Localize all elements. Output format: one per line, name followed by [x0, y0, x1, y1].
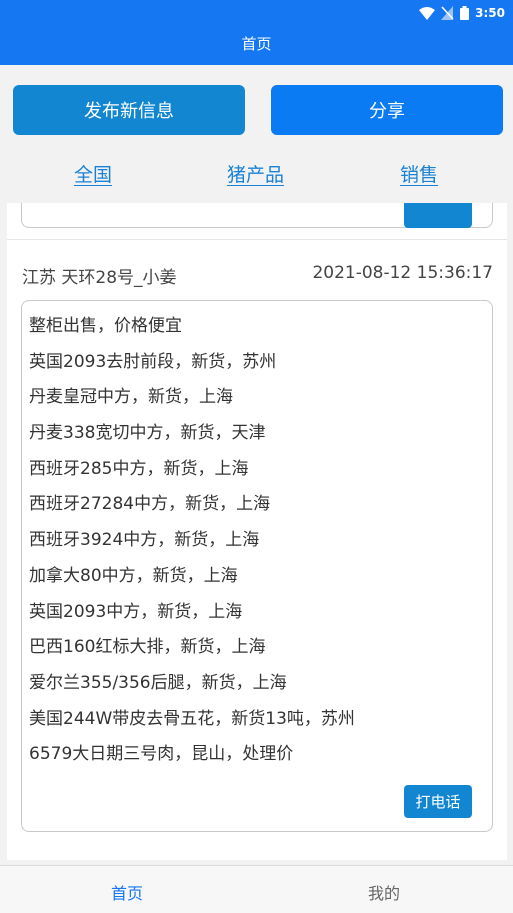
status-bar: 3:50 [419, 4, 505, 22]
filter-category[interactable]: 猪产品 [227, 160, 284, 187]
divider [7, 239, 507, 240]
nav-home[interactable]: 首页 [111, 880, 143, 904]
status-time: 3:50 [475, 6, 505, 20]
post-line: 英国2093去肘前段，新货，苏州 [29, 351, 277, 372]
post-line: 巴西160红标大排，新货，上海 [29, 637, 266, 658]
filter-bar: 全国 猪产品 销售 [0, 156, 513, 192]
post-line: 美国244W带皮去骨五花，新货13吨，苏州 [29, 708, 355, 729]
page-title: 首页 [241, 35, 272, 53]
no-signal-icon [441, 6, 454, 20]
share-button[interactable]: 分享 [271, 85, 503, 135]
post-card: 整柜出售，价格便宜 英国2093去肘前段，新货，苏州 丹麦皇冠中方，新货，上海 … [21, 300, 493, 832]
publish-button[interactable]: 发布新信息 [13, 85, 245, 135]
post-line: 丹麦皇冠中方，新货，上海 [29, 387, 233, 408]
filter-region[interactable]: 全国 [74, 160, 112, 187]
post-line: 6579大日期三号肉，昆山，处理价 [29, 744, 294, 765]
filter-type[interactable]: 销售 [400, 160, 438, 187]
previous-call-button[interactable] [404, 203, 472, 228]
post-time: 2021-08-12 15:36:17 [312, 263, 493, 283]
post-line: 西班牙3924中方，新货，上海 [29, 530, 260, 551]
post-author: 江苏 天环28号_小姜 [22, 268, 177, 288]
post-line: 整柜出售，价格便宜 [29, 316, 182, 336]
wifi-icon [419, 6, 436, 20]
bottom-nav: 首页 我的 [0, 865, 513, 913]
nav-mine[interactable]: 我的 [368, 880, 400, 904]
call-button[interactable]: 打电话 [404, 785, 472, 818]
post-line: 西班牙27284中方，新货，上海 [29, 494, 271, 515]
post-line: 爱尔兰355/356后腿，新货，上海 [29, 672, 287, 693]
post-line: 英国2093中方，新货，上海 [29, 601, 243, 622]
battery-icon [460, 6, 470, 20]
app-header: 3:50 首页 [0, 0, 513, 65]
post-list[interactable]: 江苏 天环28号_小姜 2021-08-12 15:36:17 整柜出售，价格便… [7, 203, 507, 860]
previous-post-card [21, 203, 493, 228]
post-body: 整柜出售，价格便宜 英国2093去肘前段，新货，苏州 丹麦皇冠中方，新货，上海 … [29, 313, 355, 777]
post-line: 西班牙285中方，新货，上海 [29, 458, 249, 479]
post-meta: 江苏 天环28号_小姜 2021-08-12 15:36:17 [22, 263, 493, 288]
post-line: 加拿大80中方，新货，上海 [29, 565, 238, 586]
post-line: 丹麦338宽切中方，新货，天津 [29, 423, 266, 444]
